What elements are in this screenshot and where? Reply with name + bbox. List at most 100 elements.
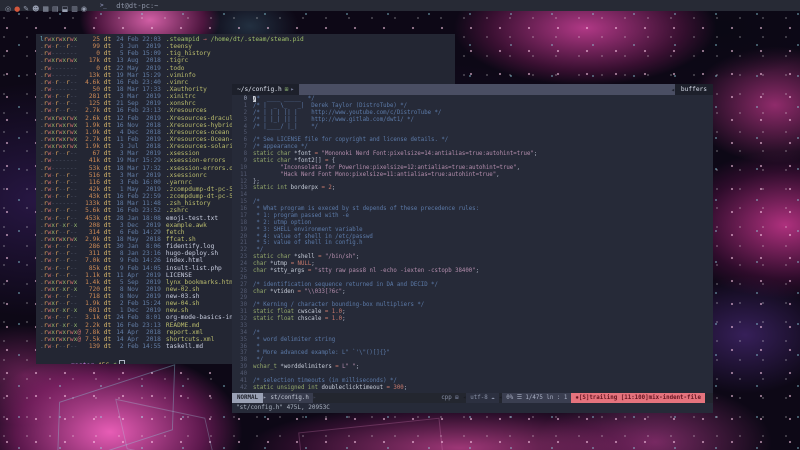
- file-name: fetch: [166, 229, 185, 236]
- code-line: 31static float cwscale = 1.0;: [232, 309, 713, 316]
- file-name: new.sh: [166, 307, 188, 314]
- file-row: lrwxrwxrwx25 dt 24 Feb 22:03.steampid → …: [40, 36, 455, 43]
- file-name: .xonshrc: [166, 100, 196, 107]
- code-line: 12};: [232, 179, 713, 186]
- code-line: 2/* | | | || | http://www.youtube.com/c/…: [232, 110, 713, 117]
- file-name: .viminfo: [166, 72, 196, 79]
- file-name: .xsession: [166, 150, 200, 157]
- code-line: 36 *: [232, 344, 713, 351]
- code-line: 15/*: [232, 199, 713, 206]
- file-name: .xsessionrc: [166, 172, 207, 179]
- code-line: 22 */: [232, 247, 713, 254]
- edit-icon[interactable]: ✎: [23, 5, 29, 13]
- file-name: index.html: [166, 257, 203, 264]
- code-line: 35 * word delimiter string: [232, 337, 713, 344]
- file-name: .teensy: [166, 43, 192, 50]
- file-name: .Xauthority: [166, 86, 207, 93]
- code-line: 14: [232, 192, 713, 199]
- globe-icon[interactable]: ◉: [81, 5, 87, 13]
- terminal-icon[interactable]: >_: [100, 2, 106, 9]
- encoding-indicator: utf-8 ☁: [466, 393, 498, 403]
- vim-message-line: "st/config.h" 475L, 20953C: [232, 403, 713, 413]
- user-icon[interactable]: ☻: [32, 5, 39, 13]
- file-name: .xinitrc: [166, 93, 196, 100]
- code-line: 27/* identification sequence returned in…: [232, 282, 713, 289]
- display-icon[interactable]: ⬓: [62, 5, 69, 13]
- code-line: 11 "Hack Nerd Font Mono:pixelsize=11:ant…: [232, 172, 713, 179]
- code-line: 8static char *font = "Mononoki Nerd Font…: [232, 151, 713, 158]
- code-line: 40: [232, 371, 713, 378]
- vim-tabline: ~/s/config.h⊞▸ ◂ buffers: [232, 84, 713, 95]
- code-line: 18 * 2: utmp option: [232, 220, 713, 227]
- file-name: ffcat.sh: [166, 236, 196, 243]
- prompt-symbol: $: [113, 361, 117, 364]
- browser-icon[interactable]: ●: [14, 5, 20, 13]
- file-name: .tigrc: [166, 57, 188, 64]
- code-line: 41/* selection timeouts (in milliseconds…: [232, 378, 713, 385]
- circle-icon[interactable]: ◎: [5, 5, 11, 13]
- filetype-indicator: cpp ⊞: [437, 393, 462, 403]
- file-name: taskell.md: [166, 343, 203, 350]
- file-name: fidentify.log: [166, 243, 214, 250]
- code-line: 16 * What program is execed by st depend…: [232, 206, 713, 213]
- code-line: 25char *stty_args = "stty raw pass8 nl -…: [232, 268, 713, 275]
- file-name: .zsh_history: [166, 200, 211, 207]
- vim-statusline: NORMAL ▸ st/config.h ▸ cpp ⊞ ◂ utf-8 ☁ ◂…: [232, 393, 713, 403]
- prompt-count: 456: [98, 361, 110, 364]
- whitespace-warning: ✹[S]trailing [11:100]mix-indent-file: [571, 393, 705, 403]
- file-name: .xsession-errors.old: [166, 165, 241, 172]
- statusline-filename: st/config.h: [266, 393, 312, 403]
- chevron-right-icon: ▸: [290, 86, 294, 93]
- code-line: 7/* appearance */: [232, 144, 713, 151]
- file-name: new-03.sh: [166, 293, 200, 300]
- tab-config-h[interactable]: ~/s/config.h⊞▸: [232, 84, 299, 95]
- file-type-icon: ⊞: [285, 86, 289, 93]
- cursor-position: 0% ☰ 1/475 ln : 1: [502, 393, 571, 403]
- code-area[interactable]: 0/* ____ _____ */1/* | _ \_ _| Derek Tay…: [232, 95, 713, 393]
- code-line: 10 "Inconsolata for Powerline:pixelsize=…: [232, 165, 713, 172]
- code-line: 0/* ____ _____ */: [232, 96, 713, 103]
- code-line: 26: [232, 275, 713, 282]
- file-name: shortcuts.xml: [166, 336, 214, 343]
- file-row: .rw-------0 dt 22 May 2019.todo: [40, 65, 455, 72]
- file-name: lynx_bookmarks.html: [166, 279, 237, 286]
- lines-icon: ☰: [517, 395, 522, 401]
- code-line: 32static float chscale = 1.0;: [232, 316, 713, 323]
- code-line: 19 * 3: SHELL environment variable: [232, 227, 713, 234]
- file-name: .zcompdump-dt-pc-5.8: [166, 193, 241, 200]
- file-name: .yarnrc: [166, 179, 192, 186]
- file-name: .Xresources-dracula: [166, 115, 237, 122]
- file-name: new-02.sh: [166, 286, 200, 293]
- folder-icon[interactable]: ▤: [52, 5, 59, 13]
- file-name: new-04.sh: [166, 300, 200, 307]
- code-line: 30/* Kerning / character bounding-box mu…: [232, 302, 713, 309]
- code-line: 3/* | |_| || | http://www.gitlab.com/dwt…: [232, 117, 713, 124]
- mode-indicator: NORMAL: [232, 393, 263, 403]
- code-line: 13static int borderpx = 2;: [232, 185, 713, 192]
- files-icon[interactable]: ▥: [71, 5, 78, 13]
- code-line: 6/* See LICENSE file for copyright and l…: [232, 137, 713, 144]
- file-name: .Xresources-hybrid: [166, 122, 233, 129]
- fileformat-icon: ☁: [491, 395, 495, 401]
- code-line: 23static char *shell = "/bin/sh";: [232, 254, 713, 261]
- file-name: .todo: [166, 65, 185, 72]
- file-name: .steampid: [166, 36, 200, 43]
- code-line: 28char *vtiden = "\\033[?6c";: [232, 289, 713, 296]
- code-line: 37 * More advanced example: L" `'\"()[]{…: [232, 350, 713, 357]
- buffers-label: buffers: [675, 84, 713, 95]
- file-name: .vimrc: [166, 79, 188, 86]
- file-name: LICENSE: [166, 272, 192, 279]
- file-name: .zshrc: [166, 207, 188, 214]
- taskbar: ◎●✎☻▦▤⬓▥◉ >_ dt@dt-pc:~: [0, 0, 800, 11]
- code-line: 24char *utmp = NULL;: [232, 261, 713, 268]
- code-line: 17 * 1: program passed with -e: [232, 213, 713, 220]
- vim-editor-window[interactable]: ~/s/config.h⊞▸ ◂ buffers 0/* ____ _____ …: [232, 84, 713, 413]
- code-line: 5: [232, 130, 713, 137]
- file-name: .Xresources-ocean: [166, 129, 229, 136]
- code-line: 1/* | _ \_ _| Derek Taylor (DistroTube) …: [232, 103, 713, 110]
- file-name: README.md: [166, 322, 200, 329]
- image-icon[interactable]: ▦: [42, 5, 49, 13]
- taskbar-host-label: dt@dt-pc:~: [116, 2, 158, 10]
- filetype-icon: ⊞: [455, 395, 459, 401]
- code-line: 39wchar_t *worddelimiters = L" ";: [232, 364, 713, 371]
